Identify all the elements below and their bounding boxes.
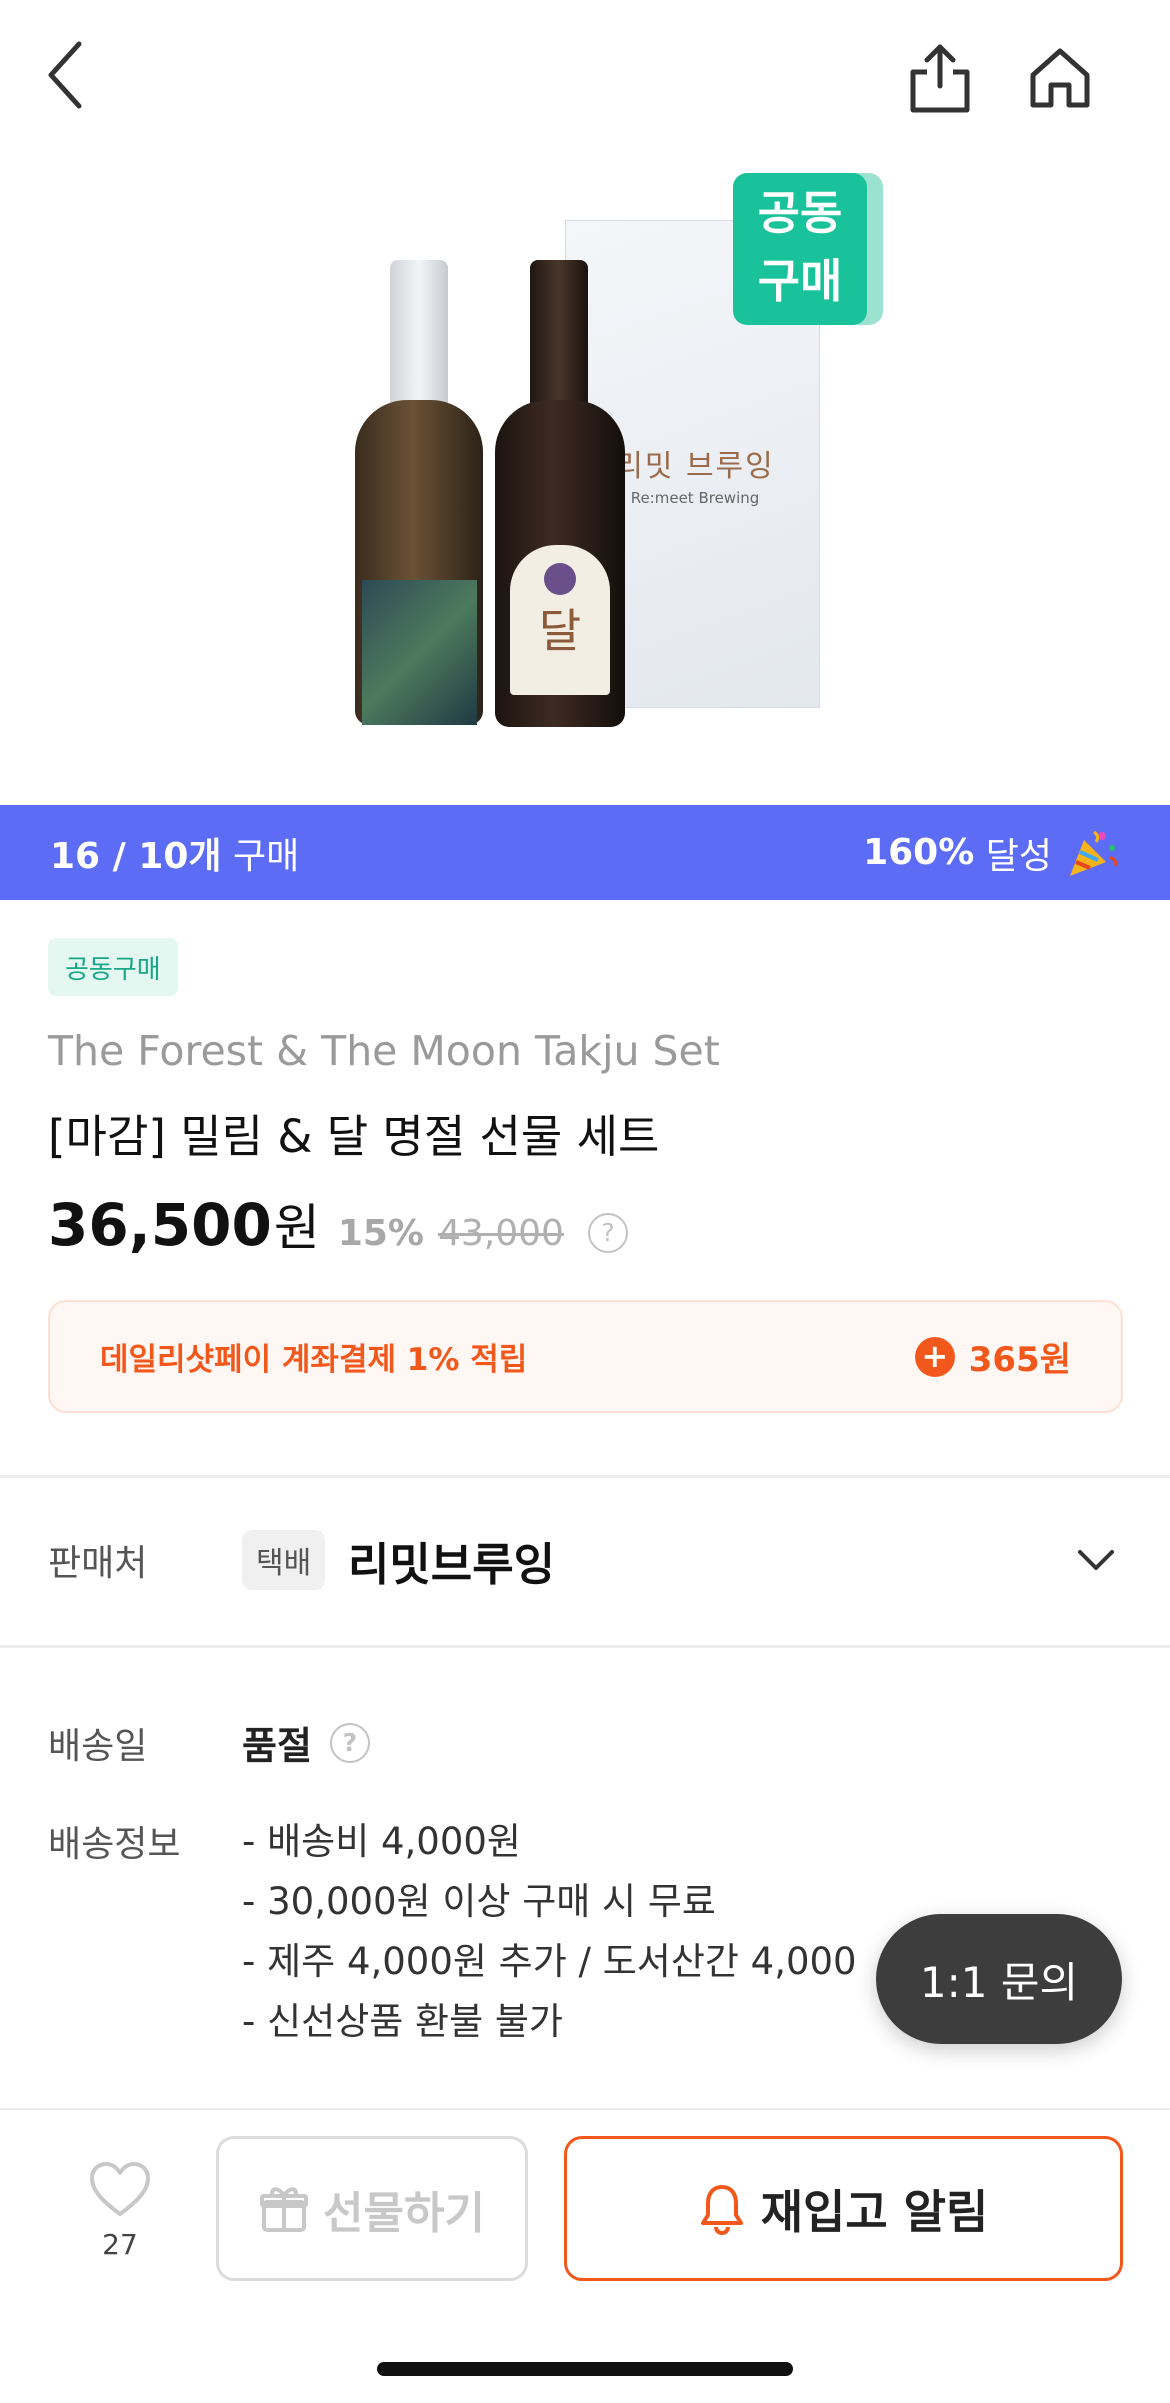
shipping-help-icon[interactable]: ? — [329, 1722, 370, 1763]
restock-alert-button[interactable]: 재입고 알림 — [564, 2136, 1123, 2281]
progress-count-value: 16 / 10개 — [50, 835, 222, 877]
bottom-action-bar: 27 선물하기 재입고 알림 — [0, 2108, 1170, 2403]
top-bar — [0, 0, 1170, 150]
progress-count: 16 / 10개 구매 — [50, 827, 299, 879]
progress-percent-suffix: 달성 — [985, 835, 1052, 877]
gift-button[interactable]: 선물하기 — [216, 2136, 528, 2281]
chevron-left-icon — [48, 41, 82, 109]
product-name-en: The Forest & The Moon Takju Set — [48, 1027, 720, 1075]
home-indicator — [377, 2362, 793, 2376]
bottle-neck — [390, 260, 448, 420]
product-image: 리밋 브루잉 Re:meet Brewing 달 공동 구매 — [0, 150, 1170, 805]
moon-graphic — [544, 563, 576, 595]
badge-line2: 구매 — [757, 254, 843, 308]
price: 36,500 — [48, 1191, 272, 1259]
price-help-icon[interactable]: ? — [587, 1213, 628, 1253]
like-count: 27 — [102, 2228, 138, 2261]
divider — [0, 1645, 1170, 1648]
shipping-info-line: - 제주 4,000원 추가 / 도서산간 4,000 — [242, 1940, 857, 1983]
badge-line1: 공동 — [757, 186, 843, 240]
pay-promo-text: 데일리샷페이 계좌결제 1% 적립 — [100, 1342, 528, 1378]
like-button[interactable]: 27 — [80, 2160, 160, 2270]
inquiry-chat-button[interactable]: 1:1 문의 — [876, 1914, 1122, 2044]
discount-rate: 15% — [337, 1213, 424, 1254]
group-buy-progress-bar: 16 / 10개 구매 160% 달성 — [0, 805, 1170, 900]
gift-label: 선물하기 — [323, 2187, 485, 2239]
group-buy-tag: 공동구매 — [48, 938, 178, 996]
chevron-down-icon[interactable] — [1072, 1536, 1120, 1584]
shipping-info-line: - 30,000원 이상 구매 시 무료 — [242, 1880, 716, 1923]
home-icon — [1030, 48, 1090, 108]
progress-count-suffix: 구매 — [232, 835, 300, 877]
forest-bottle-label — [362, 580, 477, 725]
restock-label: 재입고 알림 — [760, 2184, 989, 2239]
product-name-ko: [마감] 밀림 & 달 명절 선물 세트 — [48, 1110, 660, 1163]
share-icon — [910, 44, 970, 113]
gift-icon — [260, 2186, 309, 2232]
shipping-info-line: - 신선상품 환불 불가 — [242, 2000, 563, 2043]
points-value: 365원 — [968, 1340, 1071, 1380]
original-price: 43,000 — [438, 1213, 564, 1254]
heart-icon — [90, 2162, 150, 2216]
bottle-label-text: 달 — [538, 604, 582, 658]
delivery-method-badge: 택배 — [242, 1530, 326, 1590]
progress-percent-value: 160% — [863, 832, 975, 873]
party-popper-icon — [1066, 826, 1120, 880]
seller-name: 리밋브루잉 — [348, 1538, 556, 1591]
seller-label: 판매처 — [48, 1543, 148, 1584]
bottle-neck — [530, 260, 588, 420]
price-row: 36,500 원 15% 43,000 ? — [48, 1188, 628, 1260]
group-buy-badge: 공동 구매 — [733, 173, 883, 325]
shipping-date-label: 배송일 — [48, 1726, 148, 1767]
pay-promo-points: + 365원 — [914, 1332, 1071, 1381]
seller-row[interactable]: 판매처 택배 리밋브루잉 — [0, 1478, 1170, 1646]
shipping-info-line: - 배송비 4,000원 — [242, 1820, 521, 1863]
shipping-info-list: - 배송비 4,000원 - 30,000원 이상 구매 시 무료 - 제주 4… — [242, 1812, 857, 2052]
bell-icon — [700, 2184, 743, 2235]
moon-bottle-label: 달 — [510, 545, 610, 695]
shipping-date-value: 품절 ? — [242, 1715, 370, 1770]
pay-promo-banner[interactable]: 데일리샷페이 계좌결제 1% 적립 + 365원 — [48, 1300, 1123, 1413]
currency: 원 — [273, 1199, 320, 1257]
home-button[interactable] — [1020, 38, 1100, 118]
progress-percent: 160% 달성 — [863, 826, 1120, 880]
back-button[interactable] — [30, 30, 100, 120]
sold-out-text: 품절 — [242, 1724, 312, 1768]
plus-circle-icon: + — [914, 1336, 955, 1377]
shipping-info-label: 배송정보 — [48, 1824, 181, 1865]
share-button[interactable] — [900, 38, 980, 118]
